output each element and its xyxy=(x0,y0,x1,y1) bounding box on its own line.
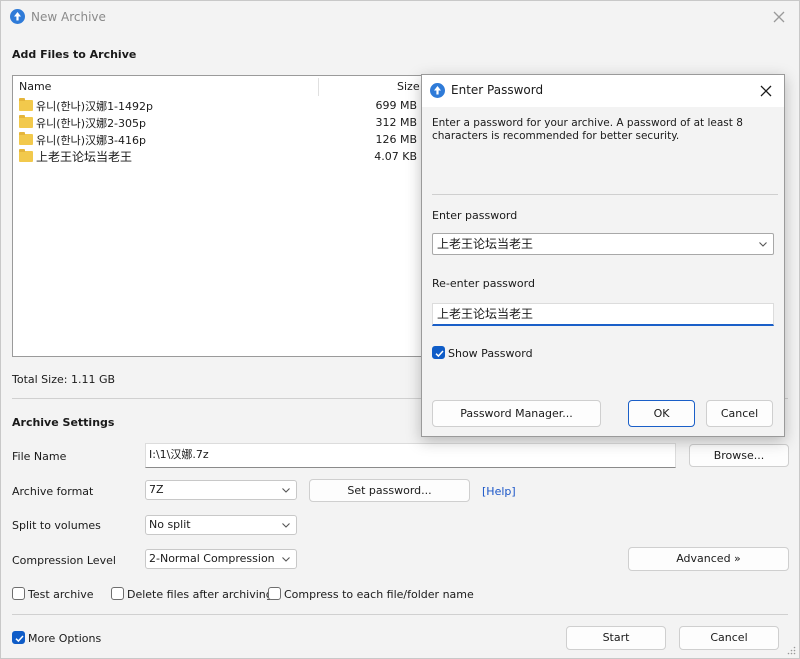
chevron-down-icon xyxy=(282,557,290,562)
list-item[interactable]: 유니(한나)汉娜3-416p 126 MB xyxy=(13,131,429,148)
file-name: 上老王论坛当老王 xyxy=(36,150,133,164)
chevron-down-icon xyxy=(282,488,290,493)
close-icon[interactable] xyxy=(756,81,776,101)
file-size: 4.07 KB xyxy=(374,150,417,163)
enter-password-dialog: Enter Password Enter a password for your… xyxy=(421,74,785,437)
cancel-button[interactable]: Cancel xyxy=(679,626,779,650)
split-volumes-select[interactable]: No split xyxy=(145,515,297,535)
list-item[interactable]: 上老王论坛当老王 4.07 KB xyxy=(13,148,429,165)
ok-button[interactable]: OK xyxy=(628,400,695,427)
test-archive-checkbox[interactable] xyxy=(12,587,25,600)
file-size: 312 MB xyxy=(375,116,417,129)
column-header-name[interactable]: Name xyxy=(19,76,51,98)
show-password-label: Show Password xyxy=(448,347,533,360)
add-files-heading: Add Files to Archive xyxy=(12,48,137,61)
folder-icon xyxy=(19,115,33,128)
file-name: 유니(한나)汉娜3-416p xyxy=(36,134,147,147)
folder-icon xyxy=(19,132,33,145)
checkmark-icon xyxy=(15,635,24,643)
chevron-down-icon[interactable] xyxy=(758,239,768,249)
column-header-size[interactable]: Size xyxy=(397,76,420,98)
more-options-checkbox[interactable] xyxy=(12,631,25,644)
folder-icon xyxy=(19,149,33,162)
advanced-button[interactable]: Advanced » xyxy=(628,547,789,571)
enter-password-label: Enter password xyxy=(432,209,518,222)
close-icon[interactable] xyxy=(769,7,789,27)
divider xyxy=(12,614,788,615)
file-name-label: File Name xyxy=(12,450,67,463)
set-password-button[interactable]: Set password... xyxy=(309,479,470,502)
split-volumes-value: No split xyxy=(149,518,191,531)
divider xyxy=(432,194,778,195)
column-divider[interactable] xyxy=(318,78,319,96)
more-options-label: More Options xyxy=(28,632,102,645)
compress-each-label: Compress to each file/folder name xyxy=(284,588,474,601)
enter-password-value: 上老王论坛当老王 xyxy=(437,237,534,251)
chevron-down-icon xyxy=(282,523,290,528)
start-button[interactable]: Start xyxy=(566,626,666,650)
help-link[interactable]: [Help] xyxy=(482,485,516,498)
folder-icon xyxy=(19,98,33,111)
total-size-label: Total Size: 1.11 GB xyxy=(12,373,116,386)
file-size: 126 MB xyxy=(375,133,417,146)
archive-format-select[interactable]: 7Z xyxy=(145,480,297,500)
dialog-description: Enter a password for your archive. A pas… xyxy=(432,117,743,142)
resize-grip-icon[interactable] xyxy=(786,645,796,655)
file-name-input[interactable]: I:\1\汉娜.7z xyxy=(145,443,676,468)
archive-settings-heading: Archive Settings xyxy=(12,416,115,429)
file-name: 유니(한나)汉娜2-305p xyxy=(36,117,147,130)
compression-level-label: Compression Level xyxy=(12,554,116,567)
file-size: 699 MB xyxy=(375,99,417,112)
enter-password-combo[interactable]: 上老王论坛当老王 xyxy=(432,233,774,255)
delete-files-label: Delete files after archiving xyxy=(127,588,273,601)
list-item[interactable]: 유니(한나)汉娜2-305p 312 MB xyxy=(13,114,429,131)
file-name: 유니(한나)汉娜1-1492p xyxy=(36,100,154,113)
compression-level-select[interactable]: 2-Normal Compression xyxy=(145,549,297,569)
split-volumes-label: Split to volumes xyxy=(12,519,101,532)
window-title: New Archive xyxy=(31,10,106,24)
compression-level-value: 2-Normal Compression xyxy=(149,552,275,565)
reenter-password-label: Re-enter password xyxy=(432,277,535,290)
test-archive-label: Test archive xyxy=(28,588,94,601)
file-list[interactable]: Name Size 유니(한나)汉娜1-1492p 699 MB 유니(한나)汉… xyxy=(12,75,430,357)
show-password-checkbox[interactable] xyxy=(432,346,445,359)
app-logo-icon xyxy=(430,83,445,98)
app-logo-icon xyxy=(10,9,25,24)
checkmark-icon xyxy=(435,350,444,358)
dialog-title-bar: Enter Password xyxy=(422,75,784,107)
delete-files-checkbox[interactable] xyxy=(111,587,124,600)
title-bar: New Archive xyxy=(1,1,799,33)
archive-format-label: Archive format xyxy=(12,485,94,498)
archive-format-value: 7Z xyxy=(149,483,164,496)
compress-each-checkbox[interactable] xyxy=(268,587,281,600)
reenter-password-input[interactable]: 上老王论坛当老王 xyxy=(432,303,774,326)
browse-button[interactable]: Browse... xyxy=(689,444,789,467)
list-item[interactable]: 유니(한나)汉娜1-1492p 699 MB xyxy=(13,97,429,114)
dialog-title: Enter Password xyxy=(451,83,544,97)
password-manager-button[interactable]: Password Manager... xyxy=(432,400,601,427)
dialog-cancel-button[interactable]: Cancel xyxy=(706,400,773,427)
